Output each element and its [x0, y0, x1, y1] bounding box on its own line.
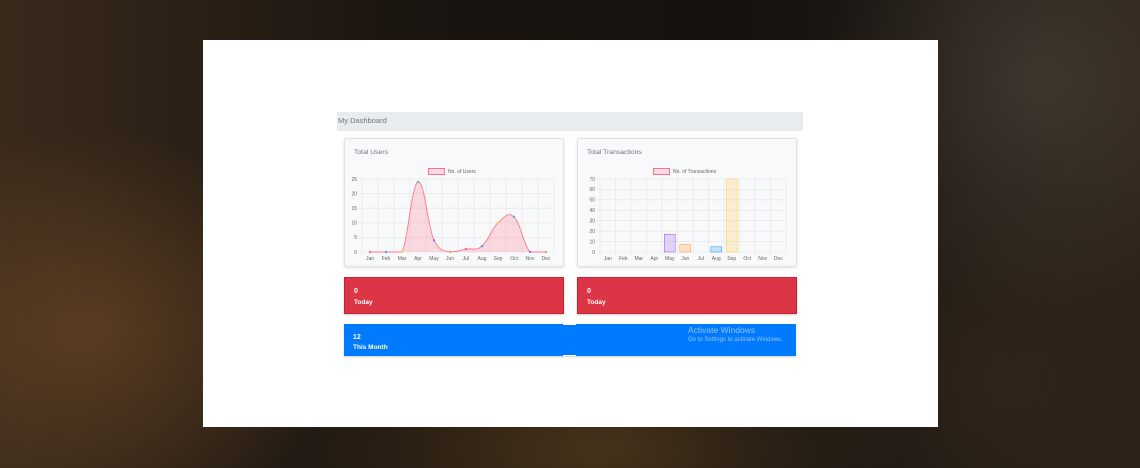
- y-tick-label: 30: [589, 219, 595, 225]
- x-tick-label: Jun: [446, 256, 454, 262]
- users-line-chart: 0 5 10 15 20 25 Jan Feb Mar Apr May Jun Jul Aug Sep Oct…: [351, 177, 555, 262]
- y-tick-label: 0: [354, 250, 357, 256]
- x-tick-label: Aug: [478, 256, 487, 262]
- y-tick-label: 40: [589, 208, 595, 214]
- y-tick-label: 20: [351, 191, 357, 197]
- transaction-bar: [679, 244, 691, 253]
- x-tick-label: Jan: [604, 256, 612, 262]
- x-tick-label: Jul: [698, 256, 704, 262]
- y-tick-label: 10: [589, 239, 595, 245]
- total-transactions-card: Total Transactions No. of Transactions 0…: [577, 138, 797, 267]
- x-tick-label: Mar: [634, 256, 643, 262]
- x-tick-label: Jan: [366, 256, 374, 262]
- users-data-point: [432, 239, 436, 242]
- users-today-value: 0: [354, 288, 358, 295]
- card-gap: [563, 355, 576, 356]
- x-tick-label: Mar: [398, 256, 407, 262]
- x-tick-label: Dec: [774, 256, 783, 262]
- windows-activation-watermark: Activate Windows Go to Settings to activ…: [688, 325, 783, 343]
- watermark-subtitle: Go to Settings to activate Windows.: [688, 337, 783, 343]
- x-tick-label: Apr: [414, 256, 422, 262]
- users-data-point: [496, 221, 500, 224]
- users-data-point: [448, 250, 452, 254]
- x-tick-label: May: [665, 256, 675, 262]
- x-tick-label: Nov: [758, 256, 767, 262]
- page-title: My Dashboard: [338, 116, 387, 125]
- dashboard-page: [203, 40, 938, 427]
- card-gap: [563, 324, 576, 325]
- transaction-bar: [664, 233, 676, 253]
- users-data-point: [464, 247, 468, 251]
- users-today-card[interactable]: 0 Today: [344, 277, 564, 314]
- users-data-point: [544, 250, 548, 254]
- transactions-today-card[interactable]: 0 Today: [577, 277, 797, 314]
- y-tick-label: 50: [589, 198, 595, 204]
- y-tick-label: 0: [592, 250, 595, 256]
- users-data-point: [512, 215, 516, 219]
- x-tick-label: Sep: [494, 256, 503, 262]
- users-month-label: This Month: [353, 344, 388, 351]
- dashboard-header: My Dashboard: [337, 112, 803, 131]
- x-tick-label: Sep: [727, 256, 736, 262]
- x-tick-label: Dec: [542, 256, 551, 262]
- x-tick-label: Apr: [650, 256, 658, 262]
- users-today-label: Today: [354, 299, 373, 306]
- x-tick-label: Oct: [743, 256, 751, 262]
- users-data-point: [400, 250, 404, 254]
- y-tick-label: 5: [354, 235, 357, 241]
- transactions-today-value: 0: [587, 288, 591, 295]
- x-tick-label: Nov: [526, 256, 535, 262]
- x-tick-label: Feb: [619, 256, 628, 262]
- y-tick-label: 20: [589, 229, 595, 235]
- transaction-bar: [710, 246, 722, 253]
- x-tick-label: Jun: [681, 256, 689, 262]
- users-data-point: [480, 244, 484, 248]
- transaction-bar: [726, 178, 738, 253]
- y-tick-label: 60: [589, 187, 595, 193]
- x-tick-label: Oct: [510, 256, 518, 262]
- users-data-point: [384, 250, 388, 254]
- transactions-bar-chart: 0 10 20 30 40 50 60 70 Jan Feb Mar Apr May Jun Jul Aug S…: [589, 177, 787, 262]
- y-tick-label: 10: [351, 221, 357, 227]
- y-tick-label: 70: [589, 177, 595, 183]
- total-users-card: Total Users No. of Users 0 5 10 15 20 25 Jan Fe…: [344, 138, 564, 267]
- x-tick-label: May: [429, 256, 439, 262]
- x-tick-label: Feb: [382, 256, 391, 262]
- watermark-title: Activate Windows: [688, 325, 756, 335]
- users-data-point: [368, 250, 372, 254]
- y-tick-label: 15: [351, 206, 357, 212]
- y-tick-label: 25: [351, 177, 357, 183]
- x-tick-label: Jul: [463, 256, 469, 262]
- users-data-point: [416, 180, 420, 184]
- x-tick-label: Aug: [712, 256, 721, 262]
- users-month-value: 12: [353, 334, 361, 341]
- transactions-today-label: Today: [587, 299, 606, 306]
- users-data-point: [528, 250, 532, 254]
